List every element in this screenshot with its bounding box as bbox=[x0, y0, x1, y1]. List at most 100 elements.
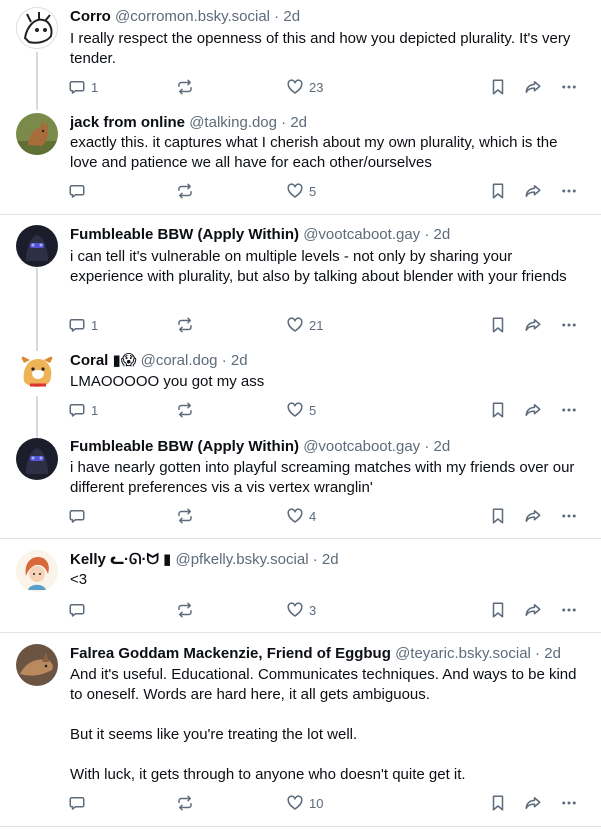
more-button[interactable] bbox=[560, 600, 578, 620]
bookmark-button[interactable] bbox=[489, 400, 507, 420]
author-handle[interactable]: @teyaric.bsky.social bbox=[395, 645, 531, 662]
post-text: And it's useful. Educational. Communicat… bbox=[70, 666, 577, 783]
avatar[interactable] bbox=[16, 225, 58, 267]
author-handle[interactable]: @coral.dog bbox=[141, 352, 218, 369]
author-name[interactable]: Falrea Goddam Mackenzie, Friend of Eggbu… bbox=[70, 645, 391, 662]
share-button[interactable] bbox=[524, 181, 542, 201]
repost-button[interactable] bbox=[176, 400, 194, 420]
post-text: exactly this. it captures what I cherish… bbox=[70, 134, 562, 171]
author-name[interactable]: Kelly bbox=[70, 551, 106, 568]
bookmark-icon bbox=[492, 402, 504, 418]
post[interactable]: Fumbleable BBW (Apply Within) @vootcaboo… bbox=[0, 215, 601, 343]
share-button[interactable] bbox=[524, 600, 542, 620]
avatar[interactable] bbox=[16, 438, 58, 480]
more-button[interactable] bbox=[560, 181, 578, 201]
action-bar: 10 bbox=[68, 793, 601, 813]
post-time[interactable]: 2d bbox=[231, 352, 248, 369]
author-handle[interactable]: @corromon.bsky.social bbox=[115, 8, 270, 25]
more-button[interactable] bbox=[560, 77, 578, 97]
author-name[interactable]: Fumbleable BBW (Apply Within) bbox=[70, 438, 299, 455]
reply-button[interactable] bbox=[68, 506, 91, 526]
share-button[interactable] bbox=[524, 793, 542, 813]
share-arrow-icon bbox=[525, 81, 541, 93]
author-handle[interactable]: @vootcaboot.gay bbox=[303, 226, 420, 243]
more-button[interactable] bbox=[560, 315, 578, 335]
bookmark-button[interactable] bbox=[489, 506, 507, 526]
reply-button[interactable] bbox=[68, 600, 91, 620]
post-time[interactable]: 2d bbox=[434, 226, 451, 243]
post[interactable]: Fumbleable BBW (Apply Within) @vootcaboo… bbox=[0, 429, 601, 538]
more-dots-icon bbox=[562, 323, 576, 327]
post-time[interactable]: 2d bbox=[290, 114, 307, 131]
post[interactable]: Corro @corromon.bsky.social · 2d I reall… bbox=[0, 0, 601, 104]
author-name[interactable]: Corro bbox=[70, 8, 111, 25]
post-time[interactable]: 2d bbox=[544, 645, 561, 662]
more-button[interactable] bbox=[560, 793, 578, 813]
post-time[interactable]: 2d bbox=[283, 8, 300, 25]
post[interactable]: Kelly ᓚ·ᘏ·ᗢ ▮ @pfkelly.bsky.social · 2d … bbox=[0, 539, 601, 632]
post[interactable]: Coral ▮😱 @coral.dog · 2d LMAOOOOO you go… bbox=[0, 343, 601, 429]
post-text: I really respect the openness of this an… bbox=[70, 30, 575, 67]
repost-button[interactable] bbox=[176, 506, 194, 526]
share-button[interactable] bbox=[524, 315, 542, 335]
like-button[interactable]: 4 bbox=[286, 506, 316, 526]
reply-button[interactable]: 1 bbox=[68, 315, 98, 335]
repost-button[interactable] bbox=[176, 181, 194, 201]
post[interactable]: Falrea Goddam Mackenzie, Friend of Eggbu… bbox=[0, 633, 601, 826]
repost-button[interactable] bbox=[176, 315, 194, 335]
action-bar: 3 bbox=[68, 600, 601, 620]
separator: · bbox=[420, 438, 434, 455]
more-button[interactable] bbox=[560, 400, 578, 420]
jackal-photo-avatar bbox=[16, 113, 58, 155]
like-button[interactable]: 5 bbox=[286, 400, 316, 420]
share-button[interactable] bbox=[524, 77, 542, 97]
bookmark-button[interactable] bbox=[489, 793, 507, 813]
author-handle[interactable]: @talking.dog bbox=[189, 114, 277, 131]
bookmark-button[interactable] bbox=[489, 315, 507, 335]
author-handle[interactable]: @vootcaboot.gay bbox=[303, 438, 420, 455]
like-count: 23 bbox=[309, 79, 324, 95]
post[interactable]: jack from online @talking.dog · 2d exact… bbox=[0, 104, 601, 214]
more-dots-icon bbox=[562, 189, 576, 193]
bookmark-button[interactable] bbox=[489, 600, 507, 620]
reply-button[interactable] bbox=[68, 793, 91, 813]
share-button[interactable] bbox=[524, 400, 542, 420]
more-button[interactable] bbox=[560, 506, 578, 526]
bookmark-button[interactable] bbox=[489, 77, 507, 97]
reply-button[interactable] bbox=[68, 181, 91, 201]
heart-icon bbox=[287, 402, 303, 417]
avatar[interactable] bbox=[16, 113, 58, 155]
avatar[interactable] bbox=[16, 351, 58, 393]
post-divider bbox=[0, 826, 601, 827]
like-button[interactable]: 10 bbox=[286, 793, 323, 813]
share-arrow-icon bbox=[525, 797, 541, 809]
like-button[interactable]: 3 bbox=[286, 600, 316, 620]
separator: · bbox=[420, 226, 434, 243]
like-button[interactable]: 23 bbox=[286, 77, 323, 97]
avatar[interactable] bbox=[16, 550, 58, 592]
repost-button[interactable] bbox=[176, 600, 194, 620]
post-time[interactable]: 2d bbox=[434, 438, 451, 455]
avatar[interactable] bbox=[16, 7, 58, 49]
share-button[interactable] bbox=[524, 506, 542, 526]
fox-photo-avatar bbox=[16, 644, 58, 686]
author-handle[interactable]: @pfkelly.bsky.social bbox=[175, 551, 308, 568]
reply-bubble-icon bbox=[69, 510, 85, 523]
repost-button[interactable] bbox=[176, 793, 194, 813]
repost-button[interactable] bbox=[176, 77, 194, 97]
author-name[interactable]: Fumbleable BBW (Apply Within) bbox=[70, 226, 299, 243]
author-name[interactable]: Coral bbox=[70, 352, 108, 369]
reply-button[interactable]: 1 bbox=[68, 400, 98, 420]
post-time[interactable]: 2d bbox=[322, 551, 339, 568]
like-button[interactable]: 21 bbox=[286, 315, 323, 335]
author-name[interactable]: jack from online bbox=[70, 114, 185, 131]
like-button[interactable]: 5 bbox=[286, 181, 316, 201]
repost-arrows-icon bbox=[178, 602, 192, 618]
bookmark-button[interactable] bbox=[489, 181, 507, 201]
bookmark-icon bbox=[492, 79, 504, 95]
separator: · bbox=[530, 645, 545, 662]
reply-button[interactable]: 1 bbox=[68, 77, 98, 97]
avatar[interactable] bbox=[16, 644, 58, 686]
reply-bubble-icon bbox=[69, 604, 85, 617]
bookmark-icon bbox=[492, 183, 504, 199]
